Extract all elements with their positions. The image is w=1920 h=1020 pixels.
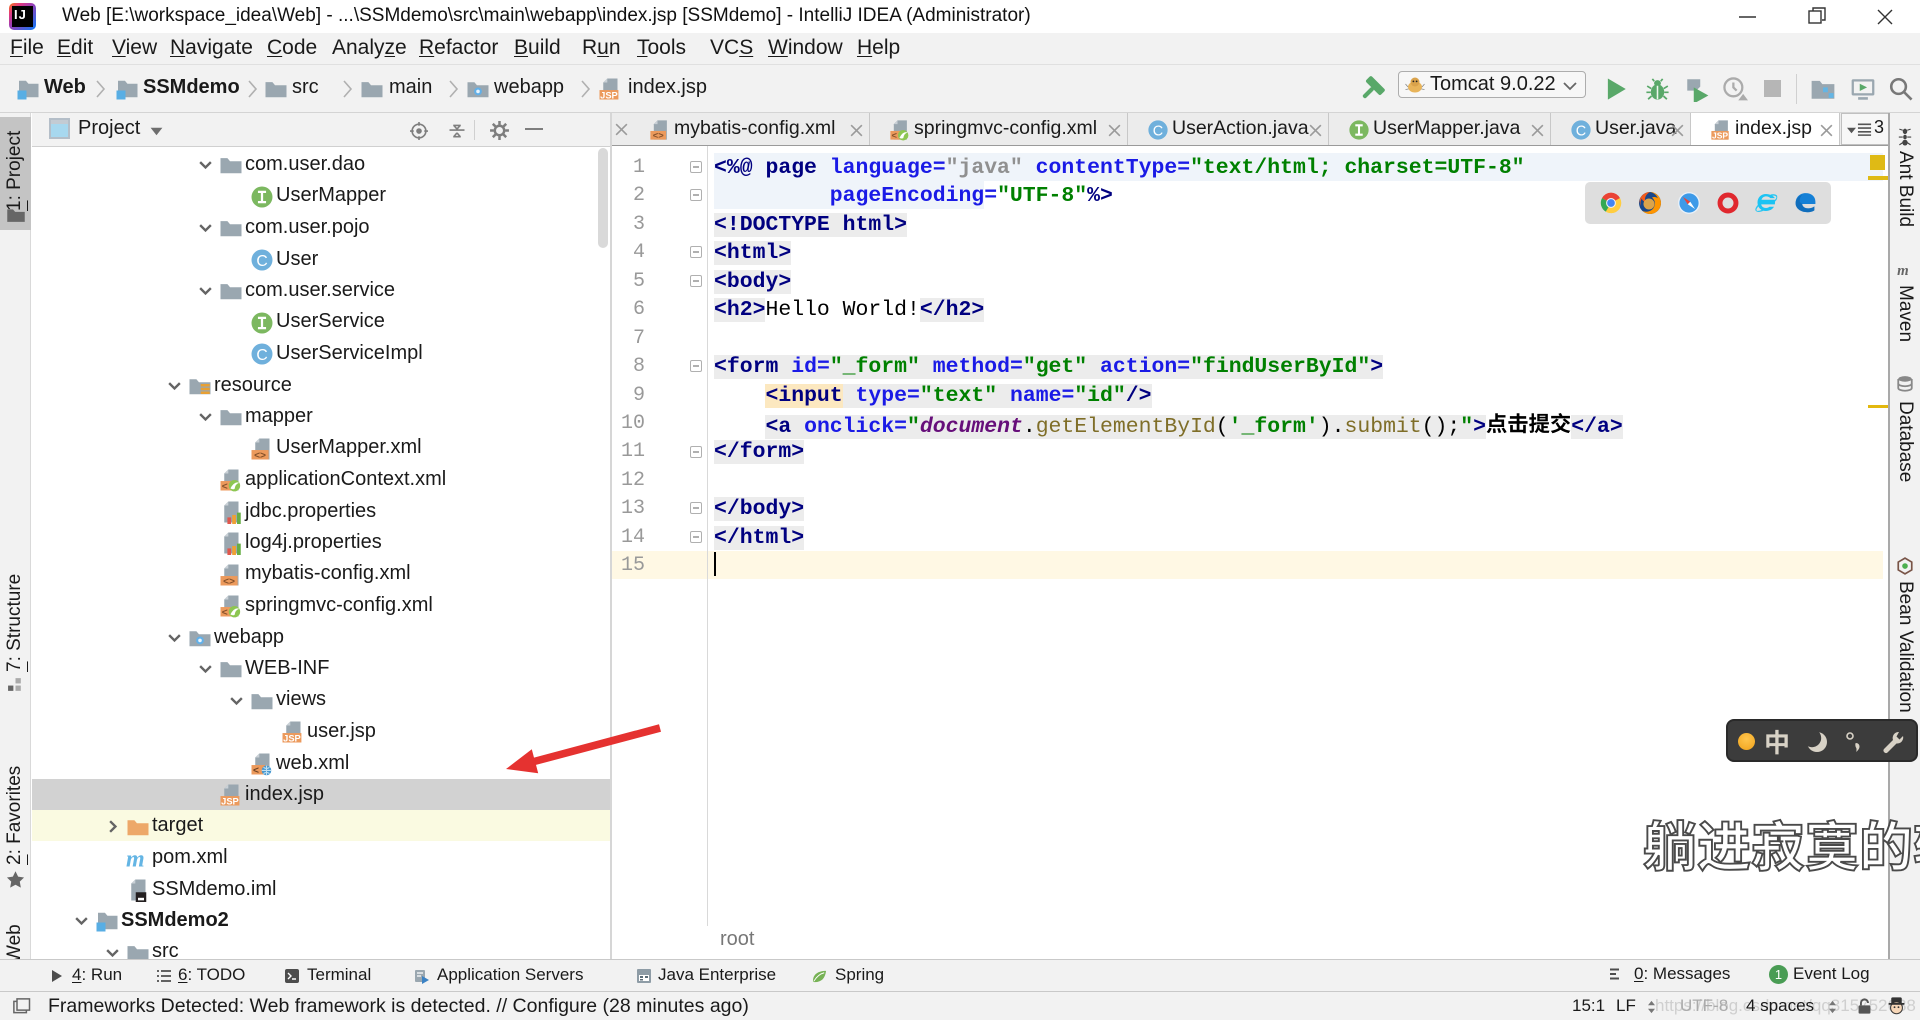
svg-text:m: m [1897,263,1909,278]
